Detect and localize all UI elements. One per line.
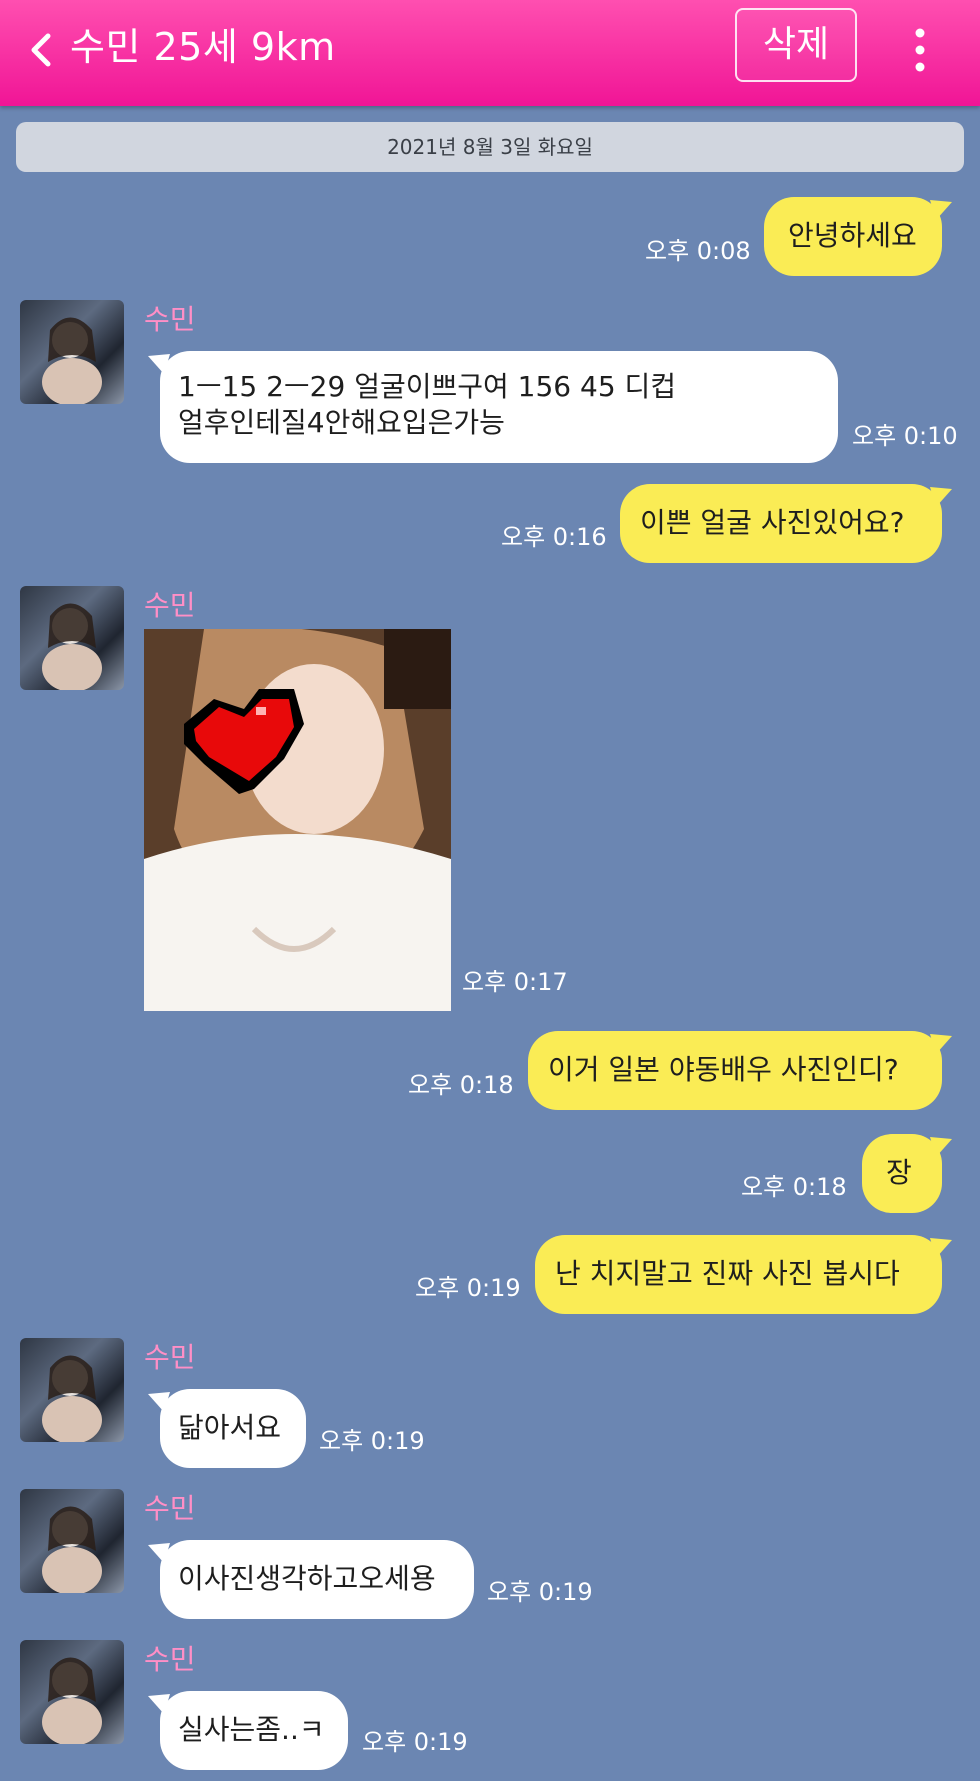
message-time: 오후 0:19	[415, 1274, 521, 1302]
bubble-tail	[148, 1694, 170, 1714]
bubble-tail	[930, 1137, 952, 1157]
sender-name: 수민	[144, 303, 196, 336]
message-time: 오후 0:16	[501, 523, 607, 551]
bubble-tail	[148, 354, 170, 374]
other-message-bubble[interactable]: 실사는좀..ㅋ	[160, 1691, 348, 1770]
message-time: 오후 0:19	[319, 1427, 425, 1455]
other-message-bubble[interactable]: 1ㅡ15 2ㅡ29 얼굴이쁘구여 156 45 디컵 얼후인테질4안해요입은가능	[160, 351, 838, 463]
bubble-tail	[930, 487, 952, 507]
delete-button[interactable]: 삭제	[735, 8, 857, 82]
message-line: 얼후인테질4안해요입은가능	[178, 406, 505, 439]
sender-name: 수민	[144, 1341, 196, 1374]
profile-photo-icon	[42, 1657, 102, 1744]
more-options-icon[interactable]	[905, 20, 935, 80]
avatar[interactable]	[20, 586, 124, 690]
message-time: 오후 0:17	[462, 968, 568, 996]
back-arrow-icon[interactable]	[22, 24, 62, 76]
bubble-tail	[148, 1543, 170, 1563]
sender-name: 수민	[144, 589, 196, 622]
message-time: 오후 0:18	[741, 1173, 847, 1201]
my-message-bubble[interactable]: 난 치지말고 진짜 사진 봅시다	[535, 1235, 942, 1314]
chat-title: 수민 25세 9km	[70, 25, 336, 69]
profile-photo-icon	[42, 1355, 102, 1442]
message-time: 오후 0:18	[408, 1071, 514, 1099]
bubble-tail	[930, 200, 952, 220]
other-message-bubble[interactable]: 닮아서요	[160, 1389, 306, 1468]
avatar[interactable]	[20, 300, 124, 404]
avatar[interactable]	[20, 1640, 124, 1744]
message-time: 오후 0:19	[362, 1728, 468, 1756]
chat-header: 수민 25세 9km 삭제	[0, 0, 980, 106]
date-separator: 2021년 8월 3일 화요일	[16, 122, 964, 172]
sender-name: 수민	[144, 1643, 196, 1676]
my-message-bubble[interactable]: 이거 일본 야동배우 사진인디?	[528, 1031, 942, 1110]
message-time: 오후 0:10	[852, 422, 958, 450]
message-line: 1ㅡ15 2ㅡ29 얼굴이쁘구여 156 45 디컵	[178, 370, 677, 403]
profile-photo-icon	[42, 317, 102, 404]
avatar[interactable]	[20, 1489, 124, 1593]
message-time: 오후 0:19	[487, 1578, 593, 1606]
message-time: 오후 0:08	[645, 237, 751, 265]
profile-photo-icon	[42, 1506, 102, 1593]
bubble-tail	[148, 1392, 170, 1412]
bubble-tail	[930, 1034, 952, 1054]
my-message-bubble[interactable]: 안녕하세요	[764, 197, 942, 276]
photo-image	[144, 629, 451, 1011]
shared-photo[interactable]	[144, 629, 451, 1011]
other-message-bubble[interactable]: 이사진생각하고오세용	[160, 1540, 474, 1619]
my-message-bubble[interactable]: 이쁜 얼굴 사진있어요?	[620, 484, 942, 563]
profile-photo-icon	[42, 603, 102, 690]
bubble-tail	[930, 1238, 952, 1258]
sender-name: 수민	[144, 1492, 196, 1525]
avatar[interactable]	[20, 1338, 124, 1442]
